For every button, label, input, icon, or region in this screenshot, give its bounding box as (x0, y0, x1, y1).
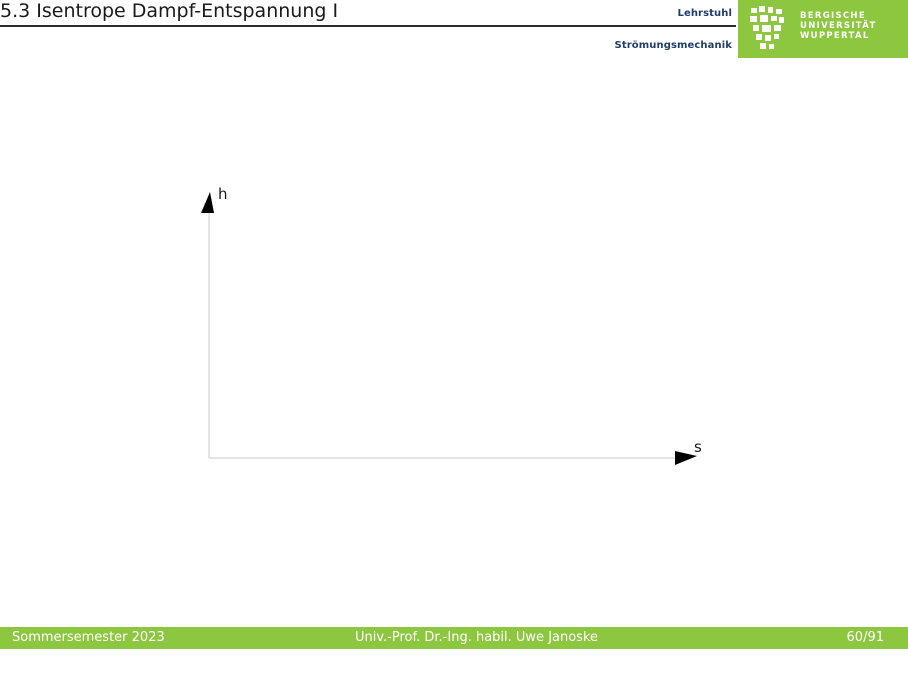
logo-line-1: BERGISCHE (800, 11, 866, 21)
footer-semester: Sommersemester 2023 (12, 630, 165, 645)
x-axis-label: s (694, 438, 702, 456)
y-axis-label: h (218, 185, 228, 203)
university-name: BERGISCHE UNIVERSITÄT WUPPERTAL (800, 11, 877, 41)
page-number: 60/91 (846, 630, 884, 645)
x-axis-arrowhead (675, 451, 697, 465)
footer-author: Univ.-Prof. Dr.-Ing. habil. Uwe Janoske (355, 630, 599, 645)
footer-bar: Sommersemester 2023 Univ.-Prof. Dr.-Ing.… (0, 627, 908, 649)
h-s-diagram: h s (201, 185, 702, 465)
logo-line-3: WUPPERTAL (800, 31, 870, 41)
university-emblem-icon (750, 6, 784, 49)
chair-name-line1: Lehrstuhl (677, 8, 732, 19)
y-axis-arrowhead (201, 192, 214, 213)
chair-name-line2: Strömungsmechanik (614, 40, 732, 51)
slide-title: 5.3 Isentrope Dampf-Entspannung I (0, 0, 339, 22)
university-logo: BERGISCHE UNIVERSITÄT WUPPERTAL (738, 0, 908, 58)
title-rule (0, 25, 736, 27)
logo-line-2: UNIVERSITÄT (800, 21, 877, 31)
